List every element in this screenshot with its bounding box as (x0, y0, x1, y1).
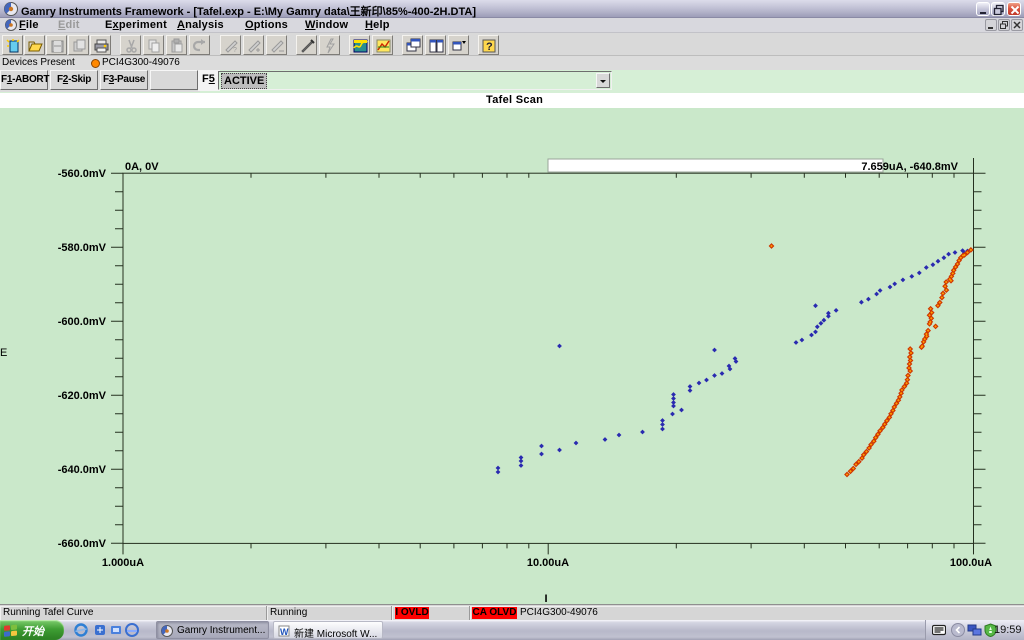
svg-text:?: ? (233, 47, 237, 54)
svg-text:?: ? (486, 41, 493, 53)
svg-text:7.659uA, -640.8mV: 7.659uA, -640.8mV (861, 161, 958, 173)
svg-text:-580.0mV: -580.0mV (58, 242, 107, 254)
svg-text:-600.0mV: -600.0mV (58, 316, 107, 328)
svg-text:W: W (280, 627, 289, 637)
svg-text:-660.0mV: -660.0mV (58, 538, 107, 550)
svg-text:I: I (544, 593, 547, 604)
svg-text:-640.0mV: -640.0mV (58, 464, 107, 476)
svg-text:100.0uA: 100.0uA (950, 557, 992, 569)
svg-text:10.00uA: 10.00uA (527, 557, 569, 569)
svg-text:1.000uA: 1.000uA (102, 557, 144, 569)
svg-text:-560.0mV: -560.0mV (58, 168, 107, 180)
svg-text:0A, 0V: 0A, 0V (125, 161, 159, 173)
svg-text:-620.0mV: -620.0mV (58, 390, 107, 402)
svg-text:E: E (0, 347, 7, 359)
